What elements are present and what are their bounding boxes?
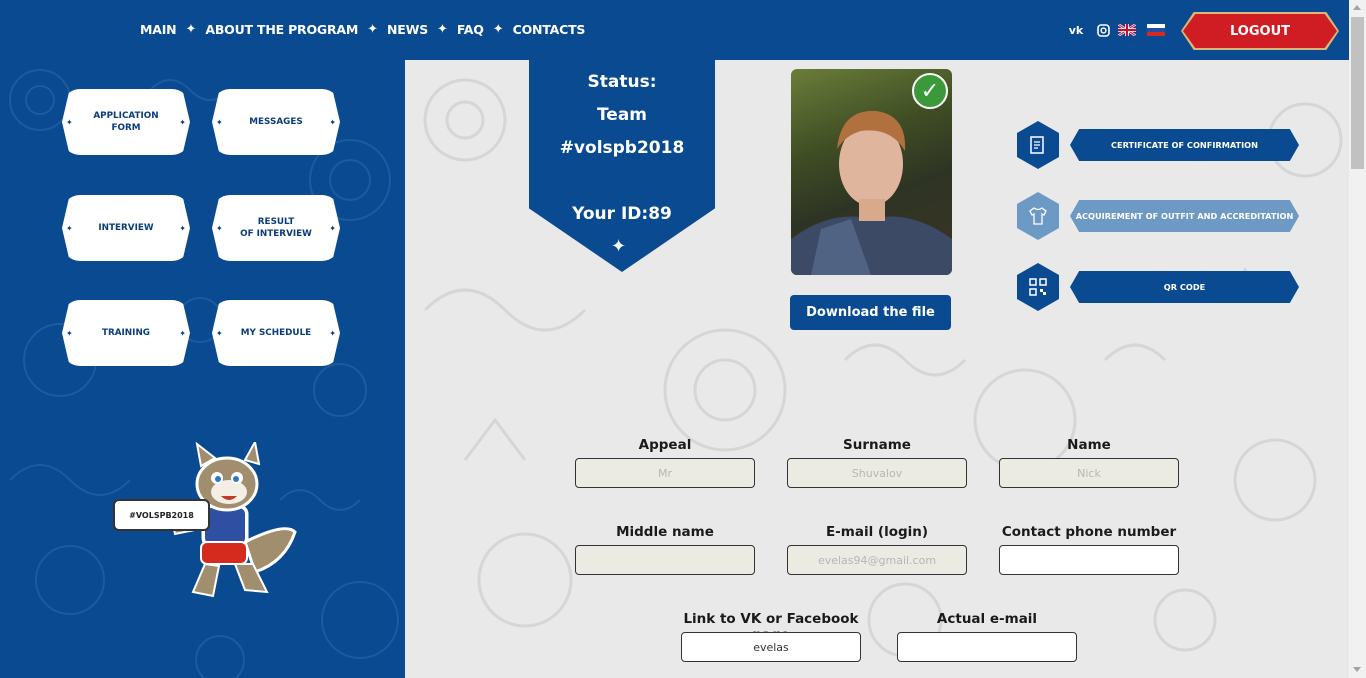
nav-main[interactable]: MAIN — [140, 22, 177, 37]
tile-label: RESULT OF INTERVIEW — [240, 217, 312, 239]
appeal-field[interactable] — [575, 458, 755, 488]
mascot-zabivaka-image: #VOLSPB2018 — [105, 439, 305, 602]
surname-label: Surname — [843, 437, 911, 453]
star-icon: ✦ — [66, 118, 73, 127]
logout-button[interactable]: LOGOUT — [1183, 14, 1337, 48]
sidebar-tile-result-of-interview[interactable]: ✦ RESULT OF INTERVIEW ✦ — [212, 195, 340, 261]
middle-name-field[interactable] — [575, 545, 755, 575]
contact-phone-field[interactable] — [999, 545, 1179, 575]
nav-separator-star: ✦ — [367, 22, 378, 37]
status-value-line1: Team — [596, 105, 648, 125]
tile-label: MESSAGES — [249, 117, 303, 127]
star-icon: ✦ — [66, 224, 73, 233]
instagram-icon[interactable] — [1096, 22, 1110, 38]
action-label: ACQUIREMENT OF OUTFIT AND ACCREDITATION — [1070, 200, 1299, 232]
appeal-label: Appeal — [638, 437, 692, 453]
russia-flag-icon[interactable] — [1147, 24, 1165, 36]
scrollbar-thumb[interactable] — [1351, 17, 1364, 169]
document-icon — [1017, 121, 1059, 169]
tile-label: TRAINING — [101, 328, 151, 338]
checkmark-icon: ✓ — [912, 73, 948, 109]
sidebar-tile-application-form[interactable]: ✦ APPLICATION FORM ✦ — [62, 89, 190, 155]
star-icon: ✦ — [611, 236, 627, 257]
star-icon: ✦ — [179, 118, 186, 127]
actual-email-field[interactable] — [897, 632, 1077, 662]
name-label: Name — [1067, 437, 1111, 453]
star-icon: ✦ — [179, 329, 186, 338]
qr-icon — [1017, 263, 1059, 311]
main-nav: MAIN ✦ ABOUT THE PROGRAM ✦ NEWS ✦ FAQ ✦ … — [140, 22, 585, 37]
star-icon: ✦ — [216, 224, 223, 233]
actual-email-label: Actual e-mail — [936, 611, 1038, 627]
top-navigation-bar: MAIN ✦ ABOUT THE PROGRAM ✦ NEWS ✦ FAQ ✦ … — [0, 0, 1349, 60]
vk-facebook-link-field[interactable] — [681, 632, 861, 662]
nav-about-program[interactable]: ABOUT THE PROGRAM — [205, 22, 358, 37]
scroll-up-arrow-icon[interactable] — [1353, 5, 1361, 10]
tile-label: APPLICATION FORM — [93, 111, 159, 133]
nav-separator-star: ✦ — [185, 22, 197, 37]
status-label: Status: — [587, 72, 657, 92]
scroll-down-arrow-icon[interactable] — [1353, 667, 1361, 672]
star-icon: ✦ — [216, 118, 223, 127]
nav-contacts[interactable]: CONTACTS — [513, 22, 586, 37]
star-icon: ✦ — [66, 329, 73, 338]
nav-faq[interactable]: FAQ — [457, 22, 484, 37]
star-icon: ✦ — [179, 224, 186, 233]
sidebar-tile-training[interactable]: ✦ TRAINING ✦ — [62, 300, 190, 366]
sidebar-tile-my-schedule[interactable]: ✦ MY SCHEDULE ✦ — [212, 300, 340, 366]
middle-name-label: Middle name — [616, 524, 714, 540]
name-field[interactable] — [999, 458, 1179, 488]
nav-news[interactable]: NEWS — [387, 22, 428, 37]
action-label: CERTIFICATE OF CONFIRMATION — [1070, 129, 1299, 161]
contact-phone-label: Contact phone number — [1001, 524, 1177, 540]
qr-code-button[interactable]: QR CODE — [1017, 263, 1299, 311]
tshirt-icon — [1017, 192, 1059, 240]
status-value-line2: #volspb2018 — [559, 138, 685, 158]
tile-label: INTERVIEW — [98, 223, 154, 233]
sidebar-tile-interview[interactable]: ✦ INTERVIEW ✦ — [62, 195, 190, 261]
sidebar: ✦ APPLICATION FORM ✦ ✦ MESSAGES ✦ ✦ INTE… — [0, 60, 405, 678]
nav-separator-star: ✦ — [492, 22, 504, 37]
certificate-of-confirmation-button[interactable]: CERTIFICATE OF CONFIRMATION — [1017, 121, 1299, 169]
download-file-button[interactable]: Download the file — [790, 295, 951, 330]
email-login-label: E-mail (login) — [825, 524, 929, 540]
star-icon: ✦ — [216, 329, 223, 338]
uk-flag-icon[interactable] — [1118, 24, 1136, 36]
page-scrollbar[interactable] — [1349, 0, 1366, 678]
star-icon: ✦ — [329, 329, 336, 338]
star-icon: ✦ — [329, 118, 336, 127]
vk-icon[interactable]: vk — [1066, 22, 1086, 38]
outfit-accreditation-button[interactable]: ACQUIREMENT OF OUTFIT AND ACCREDITATION — [1017, 192, 1299, 240]
nav-separator-star: ✦ — [437, 22, 448, 37]
mascot-sign: #VOLSPB2018 — [113, 499, 210, 531]
user-id: Your ID:89 — [572, 204, 672, 224]
tile-label: MY SCHEDULE — [240, 328, 312, 338]
main-content: Status: Team #volspb2018 Your ID:89 ✦ ✓ … — [405, 60, 1349, 678]
star-icon: ✦ — [329, 224, 336, 233]
action-label: QR CODE — [1070, 271, 1299, 303]
surname-field[interactable] — [787, 458, 967, 488]
profile-photo: ✓ — [791, 69, 952, 275]
email-login-field[interactable] — [787, 545, 967, 575]
sidebar-tile-messages[interactable]: ✦ MESSAGES ✦ — [212, 89, 340, 155]
